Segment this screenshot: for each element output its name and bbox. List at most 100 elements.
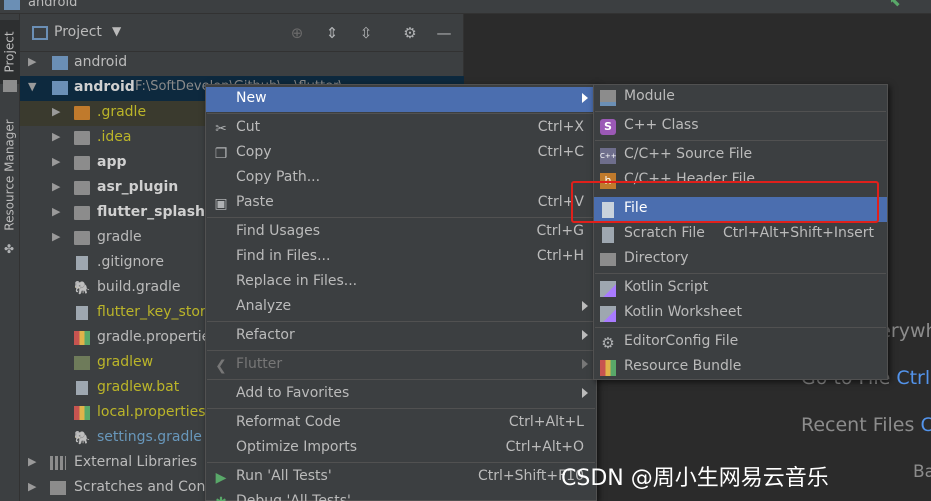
- chevron-right-icon[interactable]: ▶: [52, 205, 60, 218]
- resource-bundle-icon: [600, 360, 616, 376]
- menu-item-label: Flutter: [236, 356, 283, 372]
- tool-tab-resource-manager[interactable]: Resource Manager: [0, 110, 20, 240]
- submenu-item-editorconfig-file[interactable]: ⚙ EditorConfig File: [594, 330, 887, 355]
- chevron-right-icon[interactable]: ▶: [52, 230, 60, 243]
- tree-row-label: asr_plugin: [97, 179, 179, 195]
- submenu-item-cpp-class[interactable]: S C++ Class: [594, 114, 887, 139]
- menu-item-run-all-tests[interactable]: ▶ Run 'All Tests' Ctrl+Shift+F10: [206, 465, 596, 490]
- submenu-item-cpp-source-file[interactable]: C++ C/C++ Source File: [594, 143, 887, 168]
- submenu-item-label: Directory: [624, 250, 689, 266]
- chevron-right-icon[interactable]: ▶: [28, 55, 36, 68]
- chevron-right-icon[interactable]: ▶: [52, 180, 60, 193]
- gear-icon[interactable]: ⚙: [401, 24, 419, 42]
- tree-row-label: gradle: [97, 229, 142, 245]
- library-icon: [50, 456, 66, 470]
- editor-hint: Recent Files C: [801, 414, 931, 436]
- chevron-right-icon[interactable]: ▶: [28, 480, 36, 493]
- submenu-item-module[interactable]: Module: [594, 85, 887, 110]
- module-folder-icon: [52, 81, 68, 95]
- menu-item-label: Cut: [236, 119, 261, 135]
- submenu-item-resource-bundle[interactable]: Resource Bundle: [594, 355, 887, 380]
- expand-all-icon[interactable]: ⇕: [323, 24, 341, 42]
- menu-item-shortcut: Ctrl+Alt+O: [505, 439, 584, 455]
- menu-item-analyze[interactable]: Analyze: [206, 295, 596, 320]
- menu-separator: [207, 217, 595, 218]
- scratch-file-icon: [602, 227, 614, 243]
- chevron-down-icon[interactable]: ▼: [112, 24, 121, 38]
- module-icon: [600, 90, 616, 106]
- tree-row-label: android: [74, 79, 135, 95]
- tree-row-label: flutter_splash_s: [97, 204, 221, 220]
- clipboard-icon: ▣: [214, 196, 228, 212]
- title-bar: android ⬉: [0, 0, 931, 14]
- menu-item-replace-in-files[interactable]: Replace in Files...: [206, 270, 596, 295]
- locate-icon[interactable]: ⊕: [288, 24, 306, 42]
- menu-item-shortcut: Ctrl+Alt+L: [508, 414, 584, 430]
- menu-item-shortcut: Ctrl+C: [537, 144, 584, 160]
- menu-item-paste[interactable]: ▣ Paste Ctrl+V: [206, 191, 596, 216]
- menu-item-label: Debug 'All Tests': [236, 493, 351, 501]
- menu-item-shortcut: Ctrl+H: [536, 248, 584, 264]
- chevron-right-icon[interactable]: ▶: [52, 105, 60, 118]
- menu-item-copy-path[interactable]: Copy Path...: [206, 166, 596, 191]
- editor-hint-key: C: [920, 414, 931, 436]
- tree-row-label: local.properties: [97, 404, 206, 420]
- submenu-item-label: Module: [624, 88, 675, 104]
- submenu-item-kotlin-script[interactable]: Kotlin Script: [594, 276, 887, 301]
- menu-separator: [207, 350, 595, 351]
- submenu-item-kotlin-worksheet[interactable]: Kotlin Worksheet: [594, 301, 887, 326]
- chevron-down-icon[interactable]: ▼: [28, 80, 36, 93]
- editor-hint-key: Ctrl: [896, 367, 931, 389]
- menu-item-reformat-code[interactable]: Reformat Code Ctrl+Alt+L: [206, 411, 596, 436]
- tree-row-label: flutter_key_store: [97, 304, 214, 320]
- submenu-item-label: Kotlin Script: [624, 279, 709, 295]
- tree-row-label: .idea: [97, 129, 132, 145]
- tree-row-label: .gitignore: [97, 254, 164, 270]
- menu-item-label: Find Usages: [236, 223, 321, 239]
- properties-icon: [74, 331, 90, 345]
- project-view-selector[interactable]: Project: [54, 24, 102, 40]
- submenu-arrow-icon: [582, 330, 588, 340]
- debug-icon: ✱: [213, 495, 229, 501]
- new-submenu: Module S C++ Class C++ C/C++ Source File…: [593, 84, 888, 380]
- menu-item-label: Run 'All Tests': [236, 468, 332, 484]
- menu-item-add-to-favorites[interactable]: Add to Favorites: [206, 382, 596, 407]
- menu-item-cut[interactable]: ✂ Cut Ctrl+X: [206, 116, 596, 141]
- chevron-right-icon[interactable]: ▶: [52, 155, 60, 168]
- submenu-item-label: C/C++ Source File: [624, 146, 753, 162]
- tree-row-label: .gradle: [97, 104, 147, 120]
- menu-item-copy[interactable]: ❐ Copy Ctrl+C: [206, 141, 596, 166]
- submenu-item-label: EditorConfig File: [624, 333, 739, 349]
- menu-item-find-in-files[interactable]: Find in Files... Ctrl+H: [206, 245, 596, 270]
- hide-icon[interactable]: —: [435, 24, 453, 42]
- submenu-item-label: Resource Bundle: [624, 358, 742, 374]
- folder-icon: [74, 106, 90, 120]
- tree-row[interactable]: ▶ android: [20, 51, 464, 76]
- chevron-right-icon[interactable]: ▶: [28, 455, 36, 468]
- gear-icon: ⚙: [601, 334, 615, 352]
- editor-hint-text: Recent Files: [801, 414, 915, 436]
- collapse-all-icon[interactable]: ⇳: [357, 24, 375, 42]
- file-icon: [76, 381, 88, 395]
- menu-item-find-usages[interactable]: Find Usages Ctrl+G: [206, 220, 596, 245]
- submenu-item-directory[interactable]: Directory: [594, 247, 887, 272]
- submenu-arrow-icon: [582, 301, 588, 311]
- menu-separator: [595, 140, 886, 141]
- gradle-icon: 🐘: [74, 281, 91, 296]
- menu-item-debug-all-tests[interactable]: ✱ Debug 'All Tests': [206, 490, 596, 501]
- chevron-right-icon[interactable]: ▶: [52, 130, 60, 143]
- menu-item-flutter[interactable]: ❮ Flutter: [206, 353, 596, 378]
- build-hammer-icon[interactable]: ⬉: [889, 0, 905, 10]
- menu-item-new[interactable]: New: [206, 87, 596, 112]
- menu-item-optimize-imports[interactable]: Optimize Imports Ctrl+Alt+O: [206, 436, 596, 461]
- module-folder-icon: [74, 206, 90, 220]
- menu-separator: [595, 273, 886, 274]
- menu-item-shortcut: Ctrl+X: [537, 119, 584, 135]
- submenu-item-scratch-file[interactable]: Scratch File Ctrl+Alt+Shift+Insert: [594, 222, 887, 247]
- tree-row-label: android: [74, 54, 128, 70]
- tool-tab-project[interactable]: Project: [0, 20, 20, 84]
- project-icon: [4, 0, 20, 10]
- menu-item-refactor[interactable]: Refactor: [206, 324, 596, 349]
- run-icon: ▶: [215, 470, 227, 486]
- left-tool-strip: Project Resource Manager ✤: [0, 14, 20, 501]
